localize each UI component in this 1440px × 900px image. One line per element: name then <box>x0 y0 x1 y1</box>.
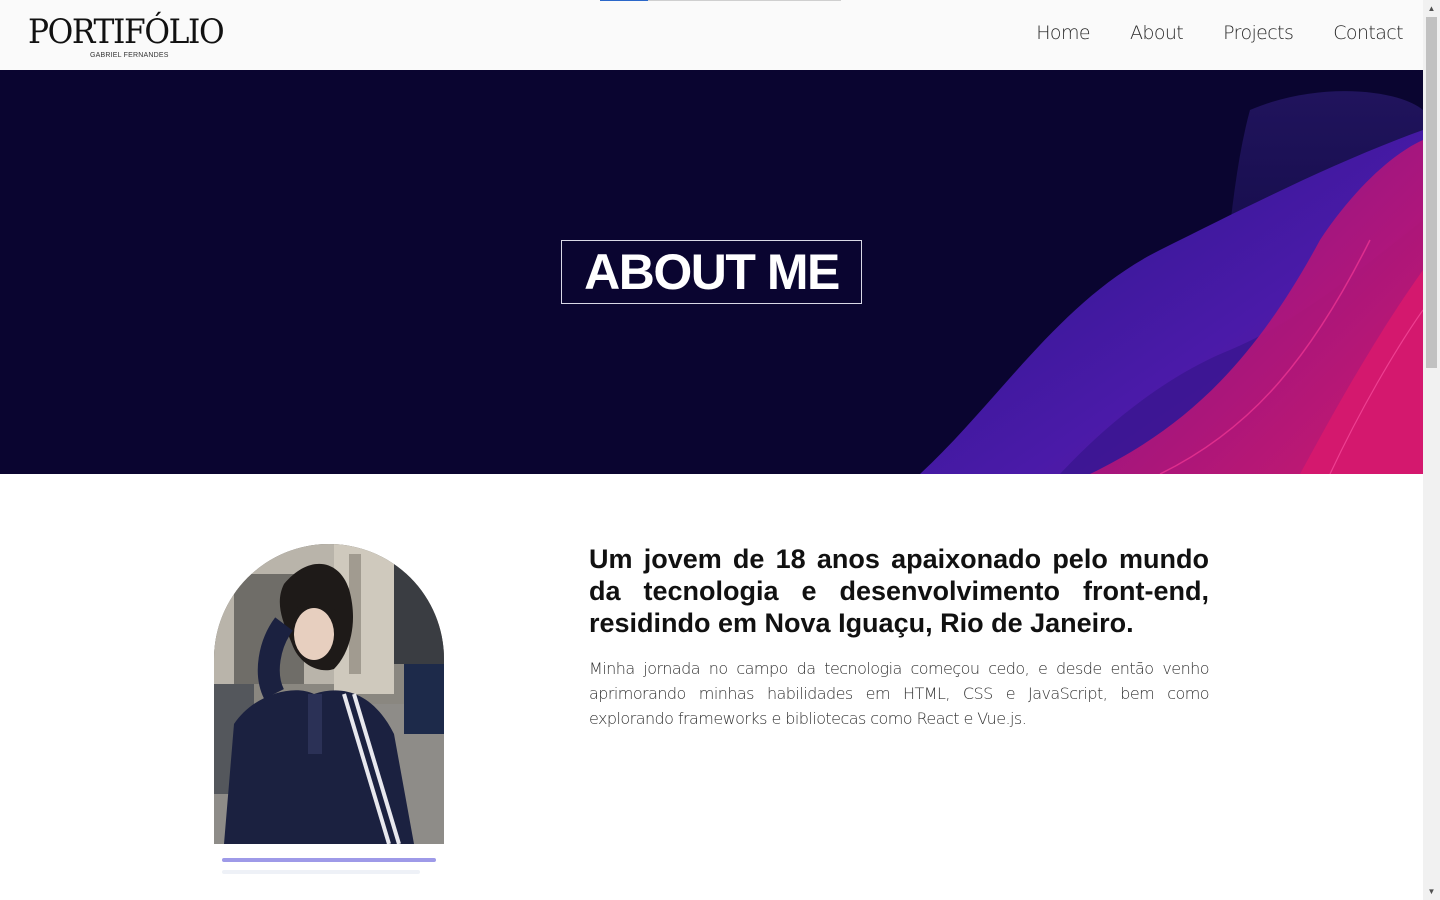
nav-link-contact[interactable]: Contact <box>1333 22 1403 44</box>
hero-title: ABOUT ME <box>584 244 840 300</box>
about-heading: Um jovem de 18 anos apaixonado pelo mund… <box>589 544 1209 638</box>
hero-banner: ABOUT ME <box>0 70 1423 474</box>
logo[interactable]: PORTIFÓLIO GABRIEL FERNANDES <box>28 12 228 59</box>
photo-accent-line <box>222 858 436 862</box>
vertical-scrollbar[interactable]: ▲ ▼ <box>1423 0 1440 900</box>
nav-link-projects[interactable]: Projects <box>1223 22 1294 44</box>
photo-accent-line-faint <box>222 870 420 874</box>
scroll-progress-bar <box>600 0 841 1</box>
profile-photo <box>214 544 444 844</box>
logo-title: PORTIFÓLIO <box>28 12 225 52</box>
profile-photo-image <box>214 544 444 844</box>
scroll-progress-fill <box>600 0 649 1</box>
hero-title-box: ABOUT ME <box>561 240 862 304</box>
main-nav: Home About Projects Contact <box>1036 22 1403 44</box>
logo-subtitle: GABRIEL FERNANDES <box>90 52 169 59</box>
nav-link-about[interactable]: About <box>1130 22 1184 44</box>
page: PORTIFÓLIO GABRIEL FERNANDES Home About … <box>0 0 1423 900</box>
nav-link-home[interactable]: Home <box>1036 22 1090 44</box>
about-paragraph: Minha jornada no campo da tecnologia com… <box>589 659 1210 728</box>
chevron-down-icon[interactable]: ▼ <box>1423 883 1440 900</box>
chevron-up-icon[interactable]: ▲ <box>1423 0 1440 17</box>
scrollbar-thumb[interactable] <box>1426 17 1437 368</box>
site-header: PORTIFÓLIO GABRIEL FERNANDES Home About … <box>0 0 1423 70</box>
